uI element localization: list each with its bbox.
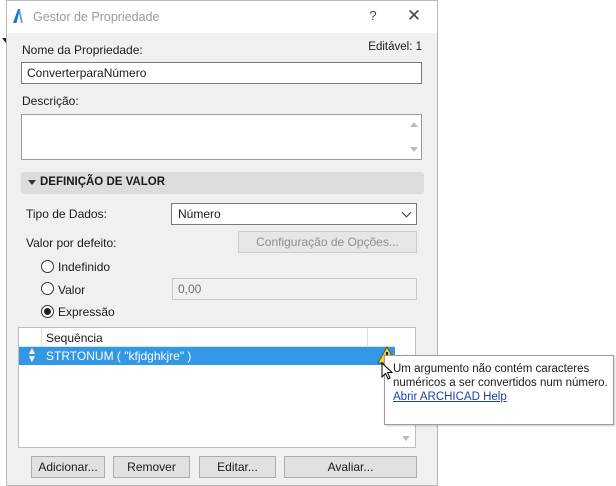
drag-handle-icon[interactable]: ▲ ▼	[27, 347, 37, 365]
list-row-selected[interactable]: ▲ ▼ STRTONUM ( "kfjdghkjre" )	[19, 347, 395, 365]
radio-value[interactable]	[41, 282, 54, 295]
default-value-input[interactable]: 0,00	[172, 278, 417, 300]
property-name-input[interactable]: ConverterparaNúmero	[21, 62, 422, 84]
description-textarea[interactable]	[21, 114, 422, 160]
description-label: Descrição:	[22, 94, 79, 108]
radio-expression[interactable]	[41, 305, 54, 318]
radio-selected-dot	[44, 308, 51, 315]
scroll-down-icon[interactable]	[402, 436, 410, 441]
expression-text: STRTONUM ( "kfjdghkjre" )	[46, 349, 192, 363]
radio-value-label[interactable]: Valor	[58, 283, 85, 297]
window-title: Gestor de Propriedade	[33, 10, 160, 24]
scroll-down-icon[interactable]	[410, 147, 418, 152]
evaluate-button[interactable]: Avaliar...	[284, 456, 417, 478]
tooltip-line-2: numéricos a ser convertidos num número.	[393, 377, 608, 389]
archicad-logo-icon	[10, 8, 26, 24]
list-header: Sequência	[19, 328, 395, 347]
radio-undefined-label[interactable]: Indefinido	[58, 260, 110, 274]
section-title: DEFINIÇÃO DE VALOR	[40, 176, 166, 188]
remove-button[interactable]: Remover	[113, 456, 190, 478]
title-bar: Gestor de Propriedade ? ✕	[7, 1, 437, 33]
default-value-label: Valor por defeito:	[26, 236, 117, 250]
radio-expression-label[interactable]: Expressão	[58, 305, 115, 319]
expression-list[interactable]: Sequência ▲ ▼ STRTONUM ( "kfjdghkjre" )	[18, 327, 416, 448]
mouse-cursor-icon	[381, 362, 393, 380]
help-button[interactable]: ?	[363, 7, 383, 27]
data-type-value: Número	[178, 207, 221, 221]
data-type-label: Tipo de Dados:	[26, 207, 107, 221]
scroll-up-icon[interactable]	[410, 122, 418, 127]
close-button[interactable]: ✕	[404, 6, 424, 26]
data-type-select[interactable]: Número	[171, 203, 417, 225]
description-scrollbar[interactable]	[407, 115, 421, 159]
section-collapse-icon[interactable]	[28, 180, 36, 185]
value-definition-section-header[interactable]: DEFINIÇÃO DE VALOR	[21, 172, 424, 194]
tooltip-line-1: Um argumento não contém caracteres	[393, 363, 590, 375]
chevron-down-icon	[401, 207, 412, 218]
add-button[interactable]: Adicionar...	[31, 456, 105, 478]
options-config-button[interactable]: Configuração de Opções...	[238, 231, 417, 253]
column-divider	[367, 328, 368, 347]
radio-undefined[interactable]	[41, 260, 54, 273]
column-header-sequence[interactable]: Sequência	[46, 331, 103, 345]
warning-tooltip: Um argumento não contém caracteres numér…	[384, 355, 614, 425]
help-link[interactable]: Abrir ARCHICAD Help	[393, 390, 605, 404]
editable-count: Editável: 1	[368, 41, 422, 53]
column-divider	[41, 328, 42, 347]
edit-button[interactable]: Editar...	[199, 456, 276, 478]
property-name-label: Nome da Propriedade:	[22, 43, 143, 57]
